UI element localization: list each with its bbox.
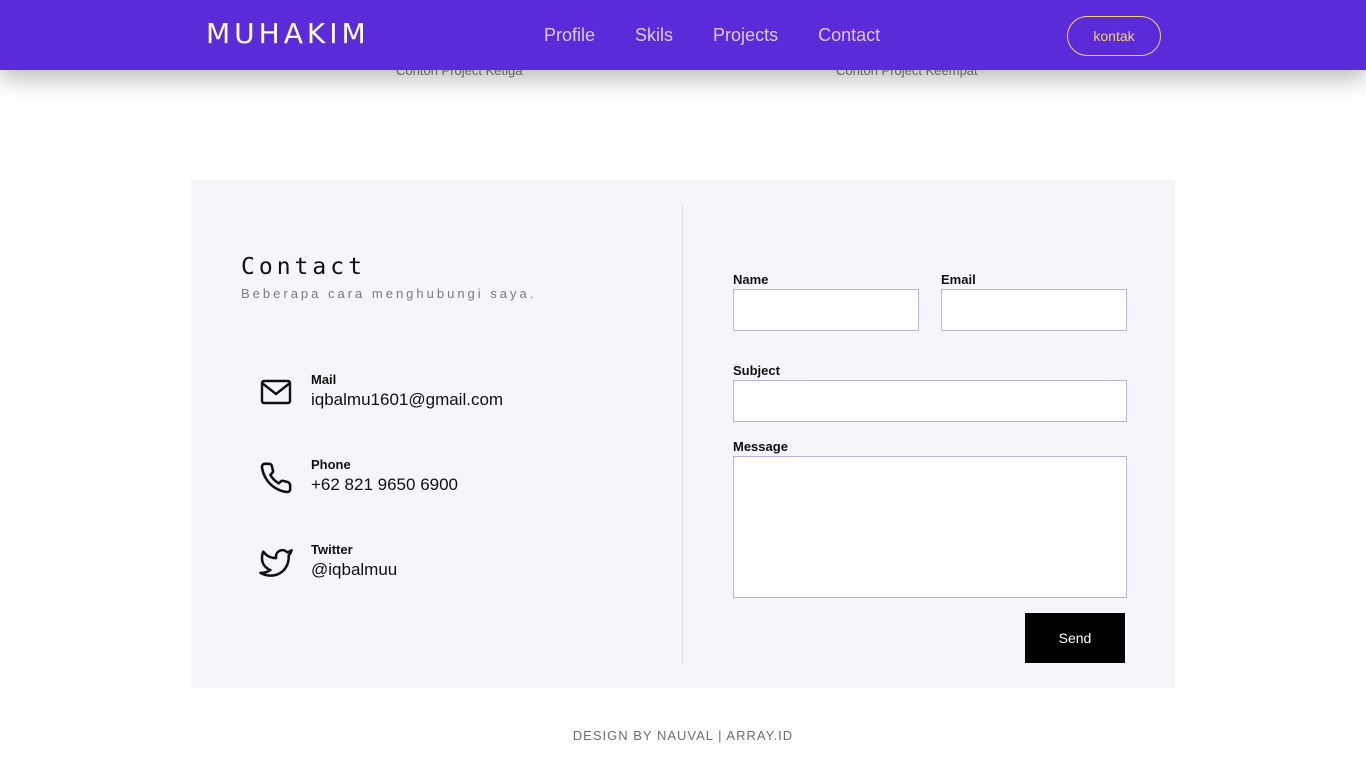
navbar: MUHAKIM Profile Skils Projects Contact k… — [0, 0, 1366, 70]
mail-icon — [259, 376, 293, 410]
contact-subtitle: Beberapa cara menghubungi saya. — [241, 286, 537, 301]
send-button[interactable]: Send — [1025, 613, 1125, 663]
nav-link-skils[interactable]: Skils — [635, 25, 673, 46]
phone-label: Phone — [311, 457, 351, 472]
subject-field[interactable] — [733, 380, 1127, 422]
kontak-button[interactable]: kontak — [1067, 16, 1161, 56]
email-field[interactable] — [941, 289, 1127, 331]
nav-link-profile[interactable]: Profile — [544, 25, 595, 46]
name-label: Name — [733, 272, 769, 287]
twitter-label: Twitter — [311, 542, 353, 557]
nav-links: Profile Skils Projects Contact — [544, 25, 880, 46]
phone-value[interactable]: +62 821 9650 6900 — [311, 475, 458, 495]
nav-link-projects[interactable]: Projects — [713, 25, 778, 46]
subject-label: Subject — [733, 363, 780, 378]
mail-value[interactable]: iqbalmu1601@gmail.com — [311, 390, 503, 410]
message-textarea[interactable] — [733, 456, 1127, 598]
mail-label: Mail — [311, 372, 337, 387]
nav-link-contact[interactable]: Contact — [818, 25, 880, 46]
twitter-value[interactable]: @iqbalmuu — [311, 560, 397, 580]
contact-title: Contact — [241, 254, 366, 280]
contact-card: Contact Beberapa cara menghubungi saya. … — [191, 180, 1175, 688]
phone-icon — [259, 461, 293, 495]
email-label: Email — [941, 272, 976, 287]
footer-credit: DESIGN BY NAUVAL | ARRAY.ID — [572, 728, 794, 743]
message-label: Message — [733, 439, 788, 454]
name-field[interactable] — [733, 289, 919, 331]
column-divider — [682, 205, 683, 663]
twitter-icon — [259, 546, 293, 580]
brand-logo[interactable]: MUHAKIM — [206, 17, 370, 50]
